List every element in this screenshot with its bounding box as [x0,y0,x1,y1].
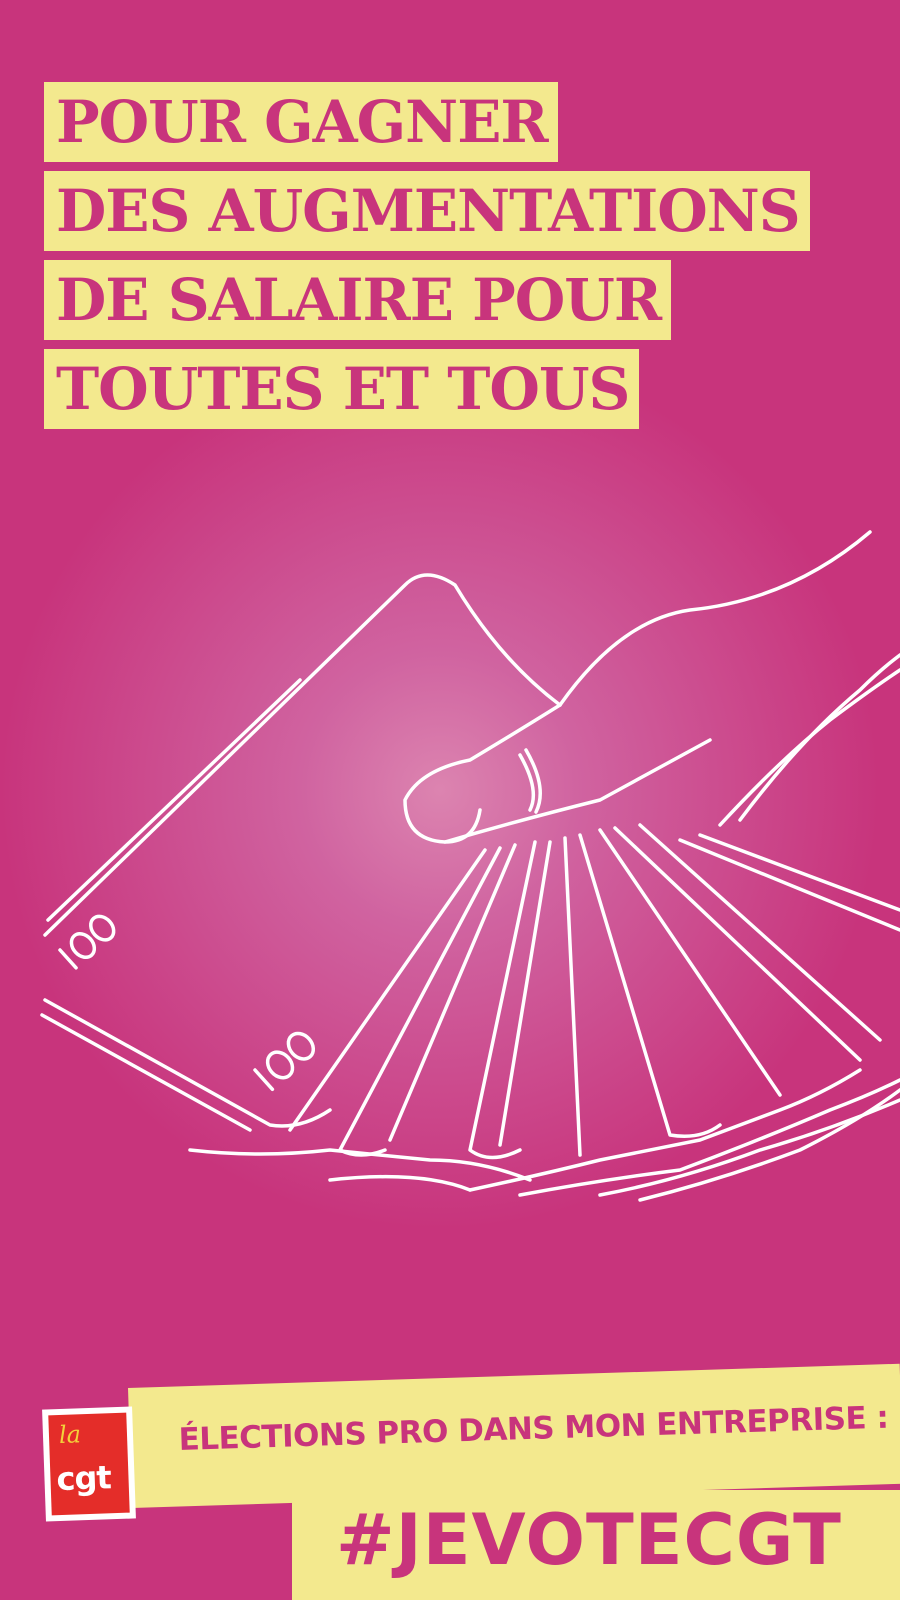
cgt-logo-cgt: cgt [55,1458,112,1499]
cgt-logo: la cgt [42,1406,136,1522]
cgt-logo-background: la cgt [48,1412,130,1516]
hand-holding-banknotes-icon [40,530,900,1202]
hashtag-text: #JEVOTECGT [336,1499,842,1581]
cgt-logo-la: la [58,1420,82,1450]
